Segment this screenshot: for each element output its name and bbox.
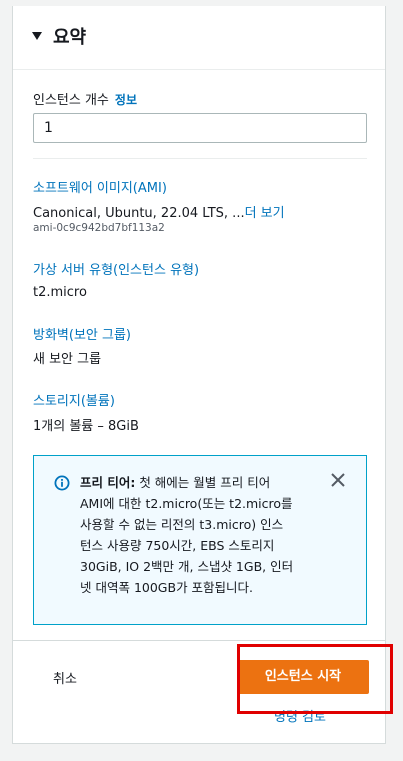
firewall-value: 새 보안 그룹 xyxy=(33,352,102,367)
caret-down-icon[interactable] xyxy=(32,32,42,40)
highlight-box xyxy=(237,644,393,714)
summary-panel: 요약 인스턴스 개수 정보 1 소프트웨어 이미지(AMI) Canonical,… xyxy=(12,6,393,744)
alert-line: AMI에 대한 t2.micro(또는 t2.micro를 xyxy=(80,496,293,511)
ami-value-text: Canonical, Ubuntu, 22.04 LTS, ... xyxy=(33,206,245,221)
cancel-button[interactable]: 취소 xyxy=(53,668,77,687)
alert-line: 첫 해에는 월별 프리 티어 xyxy=(135,475,271,490)
storage-link[interactable]: 스토리지(볼륨) xyxy=(33,390,115,409)
storage-value: 1개의 볼륨 – 8GiB xyxy=(33,419,139,434)
alert-line: 턴스 사용량 750시간, EBS 스토리지 xyxy=(80,538,275,553)
alert-line: 사용할 수 없는 리전의 t3.micro) 인스 xyxy=(80,517,284,532)
instance-count-input[interactable]: 1 xyxy=(33,113,367,143)
instance-count-label: 인스턴스 개수 정보 xyxy=(33,89,137,108)
close-icon[interactable] xyxy=(330,472,346,488)
ami-more-link[interactable]: 더 보기 xyxy=(245,206,285,221)
instance-count-label-text: 인스턴스 개수 xyxy=(33,93,109,108)
info-icon xyxy=(54,475,70,491)
alert-line: 넷 대역폭 100GB가 포함됩니다. xyxy=(80,580,254,595)
alert-line: 30GiB, IO 2백만 개, 스냅샷 1GB, 인터 xyxy=(80,559,294,574)
ami-value: Canonical, Ubuntu, 22.04 LTS, ...더 보기 xyxy=(33,202,285,221)
summary-title: 요약 xyxy=(53,27,87,48)
instance-type-value: t2.micro xyxy=(33,285,87,300)
divider xyxy=(33,158,367,159)
firewall-link[interactable]: 방화벽(보안 그룹) xyxy=(33,324,131,343)
ami-link[interactable]: 소프트웨어 이미지(AMI) xyxy=(33,177,167,196)
alert-message: 프리 티어: 첫 해에는 월별 프리 티어 AMI에 대한 t2.micro(또… xyxy=(80,472,312,598)
footer-divider xyxy=(13,640,385,641)
free-tier-alert: 프리 티어: 첫 해에는 월별 프리 티어 AMI에 대한 t2.micro(또… xyxy=(33,455,367,625)
summary-header[interactable]: 요약 xyxy=(13,6,385,70)
alert-bold: 프리 티어: xyxy=(80,475,136,490)
ami-id: ami-0c9c942bd7bf113a2 xyxy=(33,222,165,234)
instance-type-link[interactable]: 가상 서버 유형(인스턴스 유형) xyxy=(33,259,199,278)
info-link[interactable]: 정보 xyxy=(115,93,137,107)
